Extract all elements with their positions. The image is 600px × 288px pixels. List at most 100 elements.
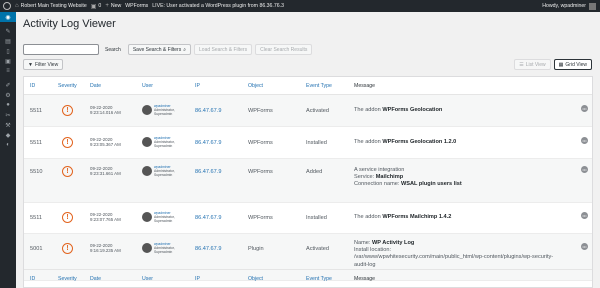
table-footer: ID Severity Date User IP Object Event Ty…: [24, 269, 592, 287]
row-user: wpadminer Administrator, Superadmin: [142, 211, 175, 223]
column-user[interactable]: User: [142, 276, 153, 282]
row-object: WPForms: [248, 215, 273, 221]
save-search-button[interactable]: Save Search & Filters ⌕: [127, 44, 192, 55]
filter-icon: ▼: [28, 61, 33, 68]
row-user: wpadminer Administrator, Superadmin: [142, 104, 175, 116]
row-object: Plugin: [248, 246, 264, 252]
new-content-link[interactable]: + New: [105, 3, 121, 9]
row-date: 09-22-2020 9:23:07.765 AM: [90, 212, 121, 223]
ip-link[interactable]: 86.47.67.9: [195, 215, 221, 221]
ip-link[interactable]: 86.47.67.9: [195, 169, 221, 175]
row-object: WPForms: [248, 108, 273, 114]
column-date[interactable]: Date: [90, 83, 101, 89]
load-search-button[interactable]: Load Search & Filters: [194, 44, 253, 55]
row-message: The addon WPForms Geolocation: [354, 107, 443, 113]
activity-log-menu-icon[interactable]: ◆: [0, 130, 16, 140]
table-row: 5511 ! 09-22-2020 9:23:05.367 AM wpadmine…: [24, 127, 592, 159]
row-event-type: Installed: [306, 215, 327, 221]
search-input[interactable]: [23, 44, 99, 55]
row-id: 5511: [30, 140, 43, 146]
column-ip[interactable]: IP: [195, 83, 200, 89]
pin-menu-icon[interactable]: ✎: [0, 26, 16, 36]
more-options-icon[interactable]: •••: [581, 212, 588, 219]
row-date: 09-22-2020 9:16:19.235 AM: [90, 243, 121, 254]
appearance-menu-icon[interactable]: ✐: [0, 80, 16, 90]
column-object[interactable]: Object: [248, 276, 263, 282]
row-user: wpadminer Administrator, Superadmin: [142, 165, 175, 177]
home-icon: ⌂: [15, 3, 19, 9]
table-row: 5510 ! 09-22-2020 9:23:31.661 AM wpadmine…: [24, 159, 592, 203]
column-event-type[interactable]: Event Type: [306, 276, 332, 282]
avatar: [589, 2, 596, 10]
ip-link[interactable]: 86.47.67.9: [195, 108, 221, 114]
admin-sidebar: ◉ ✎ ▤ ▯ ▣ ≡ ✐ ⚙ ● ✂ ⚒ ◆ ◐: [0, 12, 16, 288]
search-icon: ⌕: [183, 46, 187, 53]
column-id[interactable]: ID: [30, 83, 35, 89]
column-object[interactable]: Object: [248, 83, 263, 89]
admin-bar: ⌂ Robert Main Testing Website ▣ 0 + New WPF…: [0, 0, 600, 12]
grid-icon: ▦: [558, 61, 564, 68]
column-message: Message: [354, 275, 376, 282]
activity-log-table: ID Severity Date User IP Object Event Ty…: [23, 76, 593, 288]
severity-alert-icon: !: [62, 212, 73, 223]
table-row: 5511 ! 09-22-2020 9:23:14.016 AM wpadmine…: [24, 95, 592, 127]
site-name-link[interactable]: ⌂ Robert Main Testing Website: [15, 3, 87, 9]
dashboard-menu-icon[interactable]: ◉: [0, 12, 16, 22]
view-switcher: ☰ List View ▦ Grid View: [511, 59, 592, 70]
column-ip[interactable]: IP: [195, 276, 200, 282]
forms-menu-icon[interactable]: ≡: [0, 66, 16, 76]
users-menu-icon[interactable]: ●: [0, 100, 16, 110]
wpforms-menu[interactable]: WPForms: [125, 3, 148, 9]
plus-icon: +: [105, 3, 109, 9]
user-avatar: [142, 243, 152, 253]
page-title: Activity Log Viewer: [23, 18, 116, 30]
ip-link[interactable]: 86.47.67.9: [195, 246, 221, 252]
more-options-icon[interactable]: •••: [581, 243, 588, 250]
pages-menu-icon[interactable]: ▯: [0, 46, 16, 56]
row-id: 5001: [30, 246, 43, 252]
column-event-type[interactable]: Event Type: [306, 83, 332, 89]
severity-alert-icon: !: [62, 105, 73, 116]
row-message: A service integration Service: Mailchimp…: [354, 167, 462, 188]
row-id: 5511: [30, 215, 43, 221]
ip-link[interactable]: 86.47.67.9: [195, 140, 221, 146]
row-event-type: Activated: [306, 108, 330, 114]
comments-menu-icon[interactable]: ▣: [0, 56, 16, 66]
more-options-icon[interactable]: •••: [581, 137, 588, 144]
row-event-type: Installed: [306, 140, 327, 146]
user-avatar: [142, 105, 152, 115]
search-bar: Search Save Search & Filters ⌕ Load Searc…: [23, 44, 313, 55]
column-message: Message: [354, 82, 376, 89]
plugins-menu-icon[interactable]: ⚙: [0, 90, 16, 100]
comments-link[interactable]: ▣ 0: [91, 3, 102, 10]
column-user[interactable]: User: [142, 83, 153, 89]
grid-view-button[interactable]: ▦ Grid View: [553, 59, 592, 70]
user-avatar: [142, 137, 152, 147]
settings-menu-icon[interactable]: ⚒: [0, 120, 16, 130]
column-date[interactable]: Date: [90, 276, 101, 282]
media-menu-icon[interactable]: ▤: [0, 36, 16, 46]
live-notification[interactable]: LIVE: User activated a WordPress plugin …: [152, 3, 284, 9]
severity-alert-icon: !: [62, 137, 73, 148]
row-object: WPForms: [248, 140, 273, 146]
search-button[interactable]: Search: [101, 44, 125, 55]
wordpress-logo-icon[interactable]: [3, 2, 11, 10]
row-message: The addon WPForms Mailchimp 1.4.2: [354, 214, 452, 220]
row-user: wpadminer Administrator, Superadmin: [142, 242, 175, 254]
list-view-button[interactable]: ☰ List View: [514, 59, 551, 70]
tools-menu-icon[interactable]: ✂: [0, 110, 16, 120]
collapse-menu-icon[interactable]: ◐: [0, 140, 16, 150]
more-options-icon[interactable]: •••: [581, 105, 588, 112]
row-user: wpadminer Administrator, Superadmin: [142, 136, 175, 148]
column-severity[interactable]: Severity: [58, 276, 77, 282]
comment-icon: ▣: [90, 3, 97, 10]
row-date: 09-22-2020 9:23:14.016 AM: [90, 105, 121, 116]
column-id[interactable]: ID: [30, 276, 35, 282]
user-menu[interactable]: Howdy, wpadminer: [542, 2, 596, 10]
column-severity[interactable]: Severity: [58, 83, 77, 89]
more-options-icon[interactable]: •••: [581, 166, 588, 173]
filter-view-toggle[interactable]: ▼ Filter View: [23, 59, 64, 70]
table-row: 5511 ! 09-22-2020 9:23:07.765 AM wpadmine…: [24, 203, 592, 234]
severity-alert-icon: !: [62, 243, 73, 254]
clear-search-button[interactable]: Clear Search Results: [255, 44, 313, 55]
